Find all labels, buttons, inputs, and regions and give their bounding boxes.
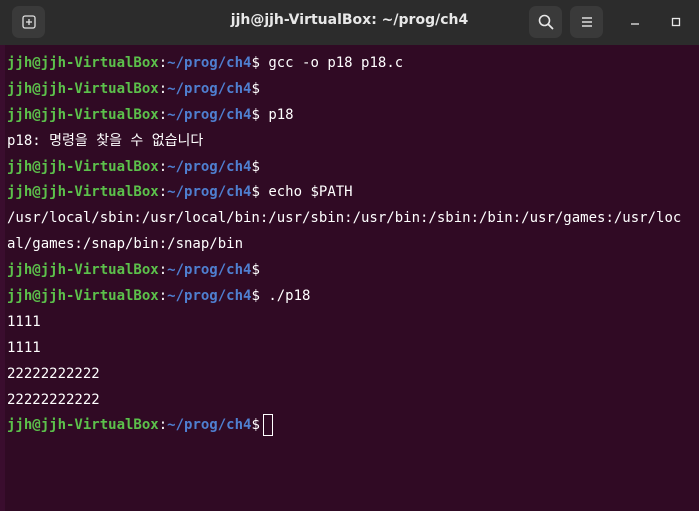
terminal-window: jjh@jjh-VirtualBox: ~/prog/ch4 jjh@jjh-V… [0, 0, 699, 511]
prompt-dollar: $ [251, 262, 260, 279]
prompt-line: jjh@jjh-VirtualBox:~/prog/ch4$ echo $PAT… [7, 180, 699, 206]
output-line: 22222222222 [7, 391, 100, 408]
output-line: /usr/local/sbin:/usr/local/bin:/usr/sbin… [7, 210, 682, 227]
output-line: 22222222222 [7, 365, 100, 382]
prompt-path: ~/prog/ch4 [167, 55, 252, 71]
text-cursor [262, 414, 273, 437]
prompt-path: ~/prog/ch4 [167, 262, 252, 279]
prompt-user-host: jjh@jjh-VirtualBox [7, 80, 159, 97]
prompt-dollar: $ [251, 55, 260, 71]
prompt-colon: : [158, 262, 168, 279]
prompt-path: ~/prog/ch4 [167, 80, 252, 97]
prompt-colon: : [158, 288, 168, 305]
output-line: p18: 명령을 찾을 수 없습니다 [7, 132, 204, 149]
maximize-button[interactable] [659, 6, 693, 38]
maximize-icon [671, 17, 681, 27]
prompt-path: ~/prog/ch4 [167, 417, 252, 434]
prompt-colon: : [158, 417, 168, 434]
prompt-dollar: $ [251, 158, 260, 175]
prompt-dollar: $ [251, 288, 260, 305]
prompt-path: ~/prog/ch4 [167, 184, 252, 201]
prompt-path: ~/prog/ch4 [167, 158, 252, 175]
command-text: gcc -o p18 p18.c [259, 55, 404, 71]
output-line: 1111 [7, 339, 41, 356]
prompt-line: jjh@jjh-VirtualBox:~/prog/ch4$ ./p18 [7, 284, 699, 310]
prompt-colon: : [158, 55, 168, 71]
prompt-user-host: jjh@jjh-VirtualBox [7, 262, 159, 279]
prompt-line: jjh@jjh-VirtualBox:~/prog/ch4$ [7, 155, 699, 181]
prompt-dollar: $ [251, 106, 260, 123]
prompt-user-host: jjh@jjh-VirtualBox [7, 106, 159, 123]
prompt-colon: : [158, 158, 168, 175]
prompt-colon: : [158, 184, 168, 201]
minimize-icon [630, 17, 640, 27]
prompt-dollar: $ [251, 80, 260, 97]
prompt-line: jjh@jjh-VirtualBox:~/prog/ch4$ [7, 258, 699, 284]
prompt-line: jjh@jjh-VirtualBox:~/prog/ch4$ [7, 77, 699, 103]
search-button[interactable] [529, 6, 562, 38]
menu-button[interactable] [570, 6, 603, 38]
prompt-user-host: jjh@jjh-VirtualBox [7, 55, 159, 71]
prompt-path: ~/prog/ch4 [167, 288, 252, 305]
prompt-line: jjh@jjh-VirtualBox:~/prog/ch4$ gcc -o p1… [7, 51, 699, 77]
prompt-dollar: $ [251, 184, 260, 201]
title-bar: jjh@jjh-VirtualBox: ~/prog/ch4 [0, 0, 699, 46]
command-text: p18 [259, 106, 294, 123]
prompt-line: jjh@jjh-VirtualBox:~/prog/ch4$ p18 [7, 103, 699, 129]
command-text: echo $PATH [259, 184, 353, 201]
prompt-user-host: jjh@jjh-VirtualBox [7, 184, 159, 201]
prompt-user-host: jjh@jjh-VirtualBox [7, 158, 159, 175]
prompt-user-host: jjh@jjh-VirtualBox [7, 288, 159, 305]
prompt-dollar: $ [251, 417, 260, 434]
prompt-path: ~/prog/ch4 [167, 106, 252, 123]
prompt-line-current: jjh@jjh-VirtualBox:~/prog/ch4$ [7, 413, 699, 439]
minimize-button[interactable] [618, 6, 652, 38]
hamburger-menu-icon [581, 16, 593, 28]
command-text: ./p18 [259, 288, 311, 305]
search-icon [538, 14, 554, 30]
prompt-colon: : [158, 106, 168, 123]
output-line: al/games:/snap/bin:/snap/bin [7, 236, 244, 253]
terminal-output[interactable]: jjh@jjh-VirtualBox:~/prog/ch4$ gcc -o p1… [0, 45, 699, 511]
prompt-user-host: jjh@jjh-VirtualBox [7, 417, 159, 434]
prompt-colon: : [158, 80, 168, 97]
output-line: 1111 [7, 313, 41, 330]
